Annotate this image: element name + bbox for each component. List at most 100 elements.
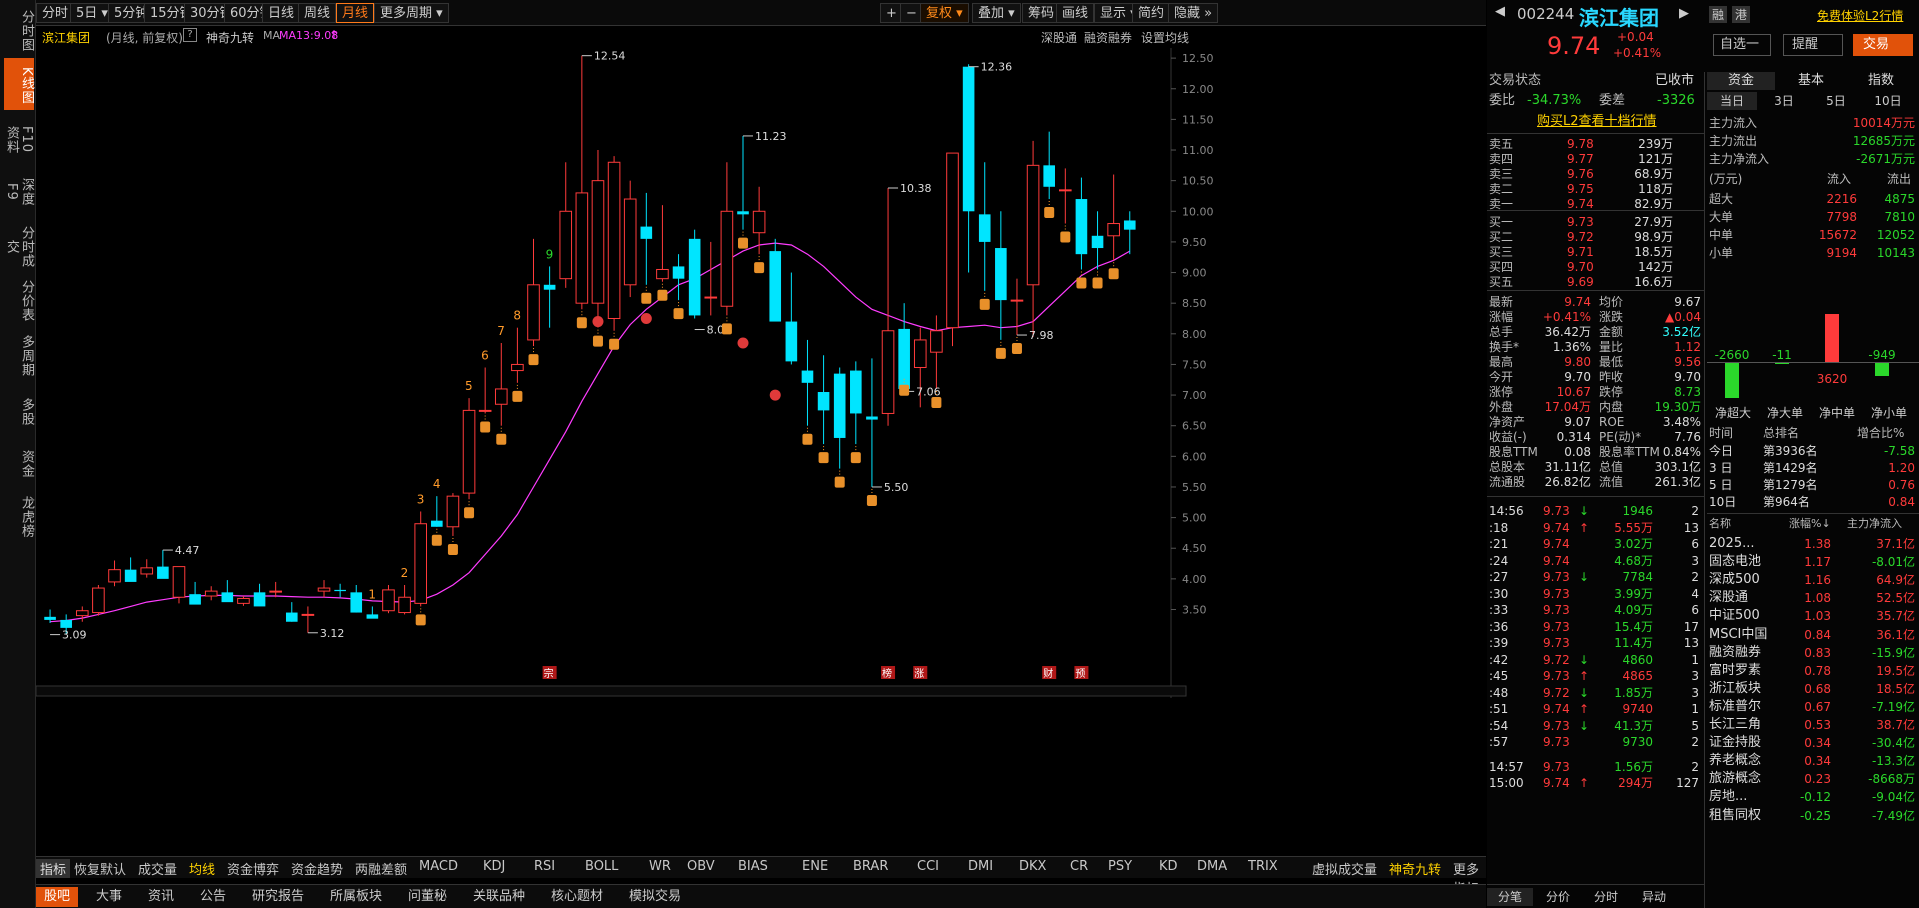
remind-button[interactable]: 提醒 [1783,34,1843,56]
indicator-tab-20[interactable]: PSY [1108,859,1132,874]
bottom-tab-5[interactable]: 所属板块 [322,887,390,907]
fund-subtab-2[interactable]: 5日 [1811,92,1861,110]
sector-name[interactable]: 深股通 [1709,589,1748,607]
sidebar-item-0[interactable]: 分时图 [4,6,34,52]
sidebar-item-1[interactable]: K线图 [4,58,34,110]
indicator-tab-17[interactable]: DMI [968,859,993,874]
sector-name[interactable]: 标准普尔 [1709,698,1761,716]
help-icon[interactable]: ? [183,28,197,42]
indicator-tab-6[interactable]: 两融差额 [355,859,407,878]
sector-name[interactable]: 富时罗素 [1709,662,1761,680]
indicator-tab-2[interactable]: 成交量 [138,859,177,878]
sidebar-item-2[interactable]: F10资料 [4,116,34,160]
tag-rong[interactable]: 融 [1709,6,1728,23]
indicator-tab-14[interactable]: ENE [802,859,828,874]
fund-subtab-0[interactable]: 当日 [1707,92,1757,110]
l2-trial-link[interactable]: 免费体验L2行情 [1817,7,1903,24]
fund-tab-0[interactable]: 资金 [1707,72,1775,90]
period-8[interactable]: 月线 [336,3,375,23]
watchlist-button[interactable]: 自选一 [1713,34,1771,56]
trade-button[interactable]: 交易 [1853,34,1913,56]
sidebar-item-5[interactable]: 分价表 [4,276,34,322]
bottom-tab-8[interactable]: 核心题材 [543,887,611,907]
sector-name[interactable]: 房地... [1709,788,1747,806]
bottom-tab-0[interactable]: 股吧 [36,887,79,907]
fund-tab-1[interactable]: 基本 [1777,72,1845,90]
next-stock-icon[interactable]: ▶ [1679,6,1689,21]
sector-name[interactable]: 长江三角 [1709,716,1761,734]
sector-name[interactable]: 租售同权 [1709,807,1761,825]
indicator-tab-15[interactable]: BRAR [853,859,888,874]
indicator-tab-12[interactable]: OBV [687,859,715,874]
tool-8[interactable]: 隐藏 » [1168,3,1219,23]
bottom-tab-2[interactable]: 资讯 [140,887,182,907]
tool-4[interactable]: 筹码 [1022,3,1061,23]
bottom-tab-6[interactable]: 问董秘 [400,887,455,907]
fund-subtab-1[interactable]: 3日 [1759,92,1809,110]
sector-header[interactable]: 涨幅%↓ [1789,515,1831,533]
indicator-tab-13[interactable]: BIAS [738,859,768,874]
sidebar-item-6[interactable]: 多周期 [4,330,34,378]
sidebar-item-4[interactable]: 分时成交 [4,220,34,270]
bottom-tab-1[interactable]: 大事 [88,887,130,907]
link-sgt[interactable]: 深股通 [1041,29,1077,46]
indicator-tab-19[interactable]: CR [1070,859,1088,874]
indicator-tab-16[interactable]: CCI [917,859,939,874]
tool-3[interactable]: 叠加 ▾ [972,3,1021,23]
sidebar-item-8[interactable]: 资金 [4,440,34,484]
prev-stock-icon[interactable]: ◀ [1495,4,1505,19]
period-0[interactable]: 分时 [36,3,75,23]
indicator-tab-23[interactable]: TRIX [1248,859,1278,874]
indicator-tab-0[interactable]: 指标 [36,859,71,878]
indicator-tab-5[interactable]: 资金趋势 [291,859,343,878]
indicator-tab-9[interactable]: RSI [534,859,555,874]
sector-name[interactable]: 养老概念 [1709,752,1761,770]
link-ma-settings[interactable]: 设置均线 [1141,29,1189,46]
sector-name[interactable]: 深成500 [1709,571,1760,589]
sector-name[interactable]: 中证500 [1709,607,1760,625]
sector-name[interactable]: 固态电池 [1709,553,1761,571]
indicator-tab-1[interactable]: 恢复默认 [74,859,126,878]
chart-scrollbar[interactable] [36,685,1187,697]
period-6[interactable]: 日线 [262,3,301,23]
sector-name[interactable]: 浙江板块 [1709,680,1761,698]
indicator-tab-24[interactable]: 虚拟成交量 [1312,859,1377,878]
sector-name[interactable]: MSCI中国 [1709,626,1767,644]
indicator-tab-22[interactable]: DMA [1197,859,1227,874]
period-9[interactable]: 更多周期 ▾ [374,3,449,23]
sidebar-item-7[interactable]: 多股 [4,388,34,432]
sidebar-item-9[interactable]: 龙虎榜 [4,492,34,538]
bottom-tab-7[interactable]: 关联品种 [465,887,533,907]
tag-gang[interactable]: 港 [1732,6,1751,23]
bottom-tab-4[interactable]: 研究报告 [244,887,312,907]
sector-header[interactable]: 名称 [1709,515,1731,533]
indicator-tab-18[interactable]: DKX [1019,859,1046,874]
fund-subtab-3[interactable]: 10日 [1863,92,1913,110]
tool-7[interactable]: 简约 [1132,3,1171,23]
indicator-tab-25[interactable]: 神奇九转 [1389,859,1441,878]
sidebar-item-3[interactable]: 深度F9 [4,168,34,212]
sector-name[interactable]: 2025... [1709,535,1754,553]
indicator-name[interactable]: 神奇九转 [206,29,254,46]
indicator-tab-10[interactable]: BOLL [585,859,618,874]
bottom-tab-9[interactable]: 模拟交易 [621,887,689,907]
link-rzrq[interactable]: 融资融券 [1084,29,1132,46]
fund-tab-2[interactable]: 指数 [1847,72,1915,90]
tool-2[interactable]: 复权 ▾ [920,3,969,23]
tick-tab-3[interactable]: 异动 [1631,888,1677,906]
indicator-tab-4[interactable]: 资金博弈 [227,859,279,878]
tool-5[interactable]: 画线 [1056,3,1095,23]
sector-name[interactable]: 融资融券 [1709,644,1761,662]
tick-tab-1[interactable]: 分价 [1535,888,1581,906]
indicator-tab-8[interactable]: KDJ [483,859,505,874]
sector-name[interactable]: 证金持股 [1709,734,1761,752]
bottom-tab-3[interactable]: 公告 [192,887,234,907]
tick-tab-2[interactable]: 分时 [1583,888,1629,906]
indicator-tab-3[interactable]: 均线 [189,859,215,878]
indicator-tab-21[interactable]: KD [1159,859,1178,874]
l2-banner-link[interactable]: 购买L2查看十档行情 [1537,113,1657,131]
kline-chart[interactable]: 12.50 12.00 11.50 11.00 10.50 10.00 9.50 9.00 8.… [36,48,1486,856]
tick-tab-0[interactable]: 分笔 [1487,888,1533,906]
sector-name[interactable]: 旅游概念 [1709,770,1761,788]
sector-header[interactable]: 主力净流入 [1847,515,1902,533]
